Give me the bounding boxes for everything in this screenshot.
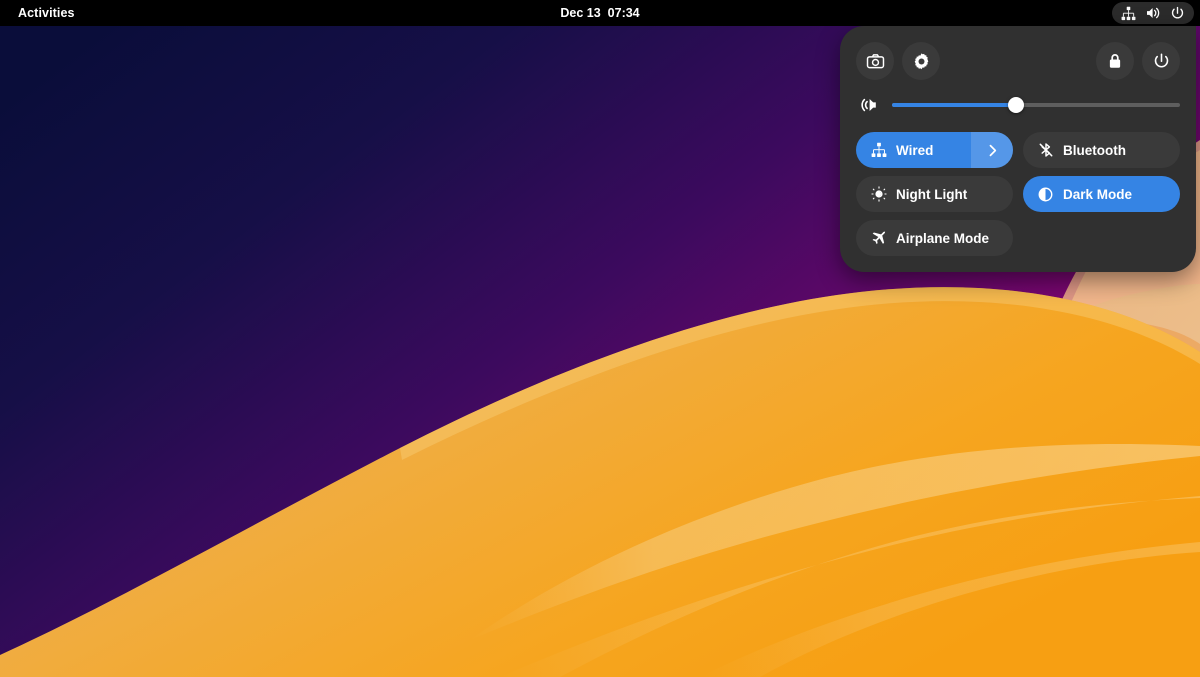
quick-settings-tiles: Wired Bluetooth — [856, 132, 1180, 256]
clock-date: Dec 13 — [560, 6, 600, 20]
lock-button[interactable] — [1096, 42, 1134, 80]
tile-wired[interactable]: Wired — [856, 132, 1013, 168]
volume-slider-row[interactable] — [858, 90, 1180, 120]
volume-icon — [1145, 5, 1161, 21]
top-bar: Activities Dec 13 07:34 — [0, 0, 1200, 26]
clock-time: 07:34 — [608, 6, 640, 20]
activities-button[interactable]: Activities — [10, 2, 83, 24]
bluetooth-disabled-icon — [1037, 142, 1054, 159]
tile-bluetooth[interactable]: Bluetooth — [1023, 132, 1180, 168]
screenshot-button[interactable] — [856, 42, 894, 80]
settings-button[interactable] — [902, 42, 940, 80]
clock-button[interactable]: Dec 13 07:34 — [551, 2, 648, 24]
system-tray-button[interactable] — [1112, 2, 1194, 24]
power-icon — [1170, 6, 1185, 21]
tile-label: Bluetooth — [1063, 143, 1126, 158]
airplane-icon — [870, 230, 887, 247]
wired-expander-button[interactable] — [971, 132, 1013, 168]
night-light-icon — [870, 186, 887, 203]
tile-airplane-mode[interactable]: Airplane Mode — [856, 220, 1013, 256]
volume-slider-fill — [892, 103, 1016, 107]
tile-label: Night Light — [896, 187, 967, 202]
tile-night-light[interactable]: Night Light — [856, 176, 1013, 212]
activities-label: Activities — [18, 6, 75, 20]
dark-mode-icon — [1037, 186, 1054, 203]
volume-slider-track[interactable] — [892, 103, 1180, 107]
quick-settings-panel: Wired Bluetooth — [840, 26, 1196, 272]
speaker-volume-icon — [858, 94, 880, 116]
tile-label: Airplane Mode — [896, 231, 989, 246]
tile-dark-mode[interactable]: Dark Mode — [1023, 176, 1180, 212]
volume-slider-handle[interactable] — [1008, 97, 1024, 113]
quick-settings-action-row — [856, 40, 1180, 82]
tile-label: Dark Mode — [1063, 187, 1132, 202]
power-button[interactable] — [1142, 42, 1180, 80]
tile-label: Wired — [896, 143, 933, 158]
desktop-screen: Activities Dec 13 07:34 — [0, 0, 1200, 677]
wired-network-icon — [870, 142, 887, 159]
wired-network-icon — [1121, 6, 1136, 21]
